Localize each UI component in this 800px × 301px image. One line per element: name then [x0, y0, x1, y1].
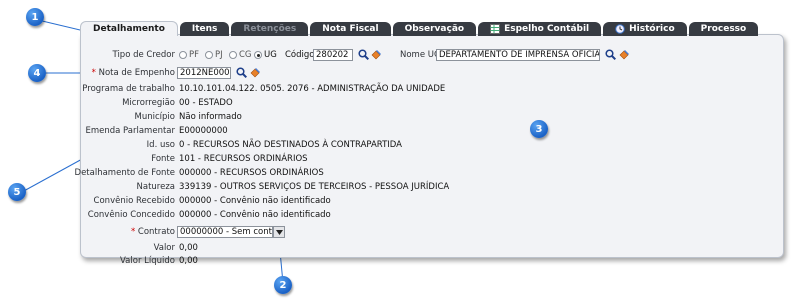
- tab-label: Espelho Contábil: [504, 24, 590, 34]
- radio-pj[interactable]: PJ: [205, 50, 223, 60]
- search-icon[interactable]: [605, 49, 616, 60]
- tab-label: Detalhamento: [93, 24, 165, 34]
- radio-label: UG: [264, 50, 277, 60]
- field-label: Convênio Concedido: [87, 210, 175, 220]
- required-mark: *: [130, 227, 136, 237]
- radio-circle: [205, 51, 213, 59]
- contrato-label: * Contrato: [131, 227, 175, 237]
- tab-label: Observação: [404, 24, 465, 34]
- tab-label: Nota Fiscal: [322, 24, 379, 34]
- eraser-icon[interactable]: [371, 49, 382, 60]
- field-value: 0 - RECURSOS NÃO DESTINADOS À CONTRAPART…: [179, 140, 402, 150]
- callout-3: 3: [530, 120, 548, 138]
- field-value: 101 - RECURSOS ORDINÁRIOS: [179, 154, 308, 164]
- nota-empenho-label: * Nota de Empenho: [92, 68, 175, 78]
- tab-bar: Detalhamento Itens Retenções Nota Fiscal…: [80, 21, 760, 36]
- required-mark: *: [91, 68, 96, 78]
- tab-observacao[interactable]: Observação: [392, 22, 477, 36]
- radio-label: PJ: [215, 50, 223, 60]
- radio-pf[interactable]: PF: [179, 50, 199, 60]
- field-value: 339139 - OUTROS SERVIÇOS DE TERCEIROS - …: [179, 182, 450, 192]
- radio-cg[interactable]: CG: [229, 50, 252, 60]
- tab-label: Histórico: [629, 24, 675, 34]
- credor-type-label: Tipo de Credor: [112, 50, 175, 60]
- tab-label: Itens: [191, 24, 218, 34]
- field-label: Natureza: [136, 182, 176, 192]
- tab-itens[interactable]: Itens: [179, 22, 230, 36]
- field-label: Microrregião: [122, 98, 175, 108]
- nota-empenho-input[interactable]: 2012NE00006: [177, 67, 231, 79]
- field-label: Id. uso: [146, 140, 175, 150]
- tab-detalhamento[interactable]: Detalhamento: [80, 21, 178, 36]
- contrato-select[interactable]: 00000000 - Sem contrato: [177, 226, 273, 238]
- radio-circle-selected: [254, 51, 262, 59]
- field-label: Fonte: [151, 154, 175, 164]
- radio-label: CG: [239, 50, 252, 60]
- tab-processo[interactable]: Processo: [688, 22, 759, 36]
- eraser-icon[interactable]: [250, 67, 261, 78]
- search-icon[interactable]: [236, 67, 247, 78]
- field-label: Programa de trabalho: [82, 84, 175, 94]
- tab-retencoes: Retenções: [231, 22, 309, 36]
- chevron-down-icon: [275, 229, 283, 235]
- field-value: Não informado: [179, 112, 242, 122]
- eraser-icon[interactable]: [619, 49, 630, 60]
- tab-label: Retenções: [243, 24, 297, 34]
- nota-empenho-label-text: Nota de Empenho: [98, 68, 175, 78]
- radio-label: PF: [189, 50, 200, 60]
- radio-circle: [229, 51, 237, 59]
- field-value: 000000 - Convênio não identificado: [179, 196, 331, 206]
- radio-circle: [179, 51, 187, 59]
- tab-nota-fiscal[interactable]: Nota Fiscal: [310, 22, 391, 36]
- valor-label: Valor: [153, 243, 175, 253]
- field-label: Convênio Recebido: [93, 196, 175, 206]
- callout-2: 2: [274, 276, 292, 294]
- field-label: Emenda Parlamentar: [85, 126, 175, 136]
- tab-label: Processo: [700, 24, 747, 34]
- codigo-label: Código: [285, 50, 315, 60]
- callout-5: 5: [8, 183, 26, 201]
- nome-ug-input[interactable]: DEPARTAMENTO DE IMPRENSA OFICIAL-280: [436, 49, 600, 61]
- search-icon[interactable]: [358, 49, 369, 60]
- radio-ug[interactable]: UG: [254, 50, 277, 60]
- dropdown-button[interactable]: [273, 226, 285, 238]
- field-value: 000000 - Convênio não identificado: [179, 210, 331, 220]
- valor-value: 0,00: [179, 243, 198, 253]
- field-label: Detalhamento de Fonte: [74, 168, 175, 178]
- field-value: 00 - ESTADO: [179, 98, 233, 108]
- field-value: E00000000: [179, 126, 228, 136]
- tab-historico[interactable]: Histórico: [603, 22, 687, 36]
- field-label: Município: [134, 112, 175, 122]
- valor-liquido-label: Valor Líquido: [120, 256, 175, 266]
- callout-4: 4: [28, 64, 46, 82]
- contrato-label-text: Contrato: [137, 227, 175, 237]
- history-icon: [615, 24, 625, 34]
- field-value: 10.10.101.04.122. 0505. 2076 - ADMINISTR…: [179, 84, 446, 94]
- valor-liquido-value: 0,00: [179, 256, 198, 266]
- tab-espelho-contabil[interactable]: Espelho Contábil: [478, 22, 602, 36]
- screen: Detalhamento Itens Retenções Nota Fiscal…: [0, 0, 800, 301]
- field-value: 000000 - RECURSOS ORDINÁRIOS: [179, 168, 324, 178]
- nome-ug-label: Nome UG: [400, 50, 441, 60]
- codigo-input[interactable]: 280202: [313, 49, 353, 61]
- callout-1: 1: [26, 8, 44, 26]
- spreadsheet-icon: [490, 24, 501, 34]
